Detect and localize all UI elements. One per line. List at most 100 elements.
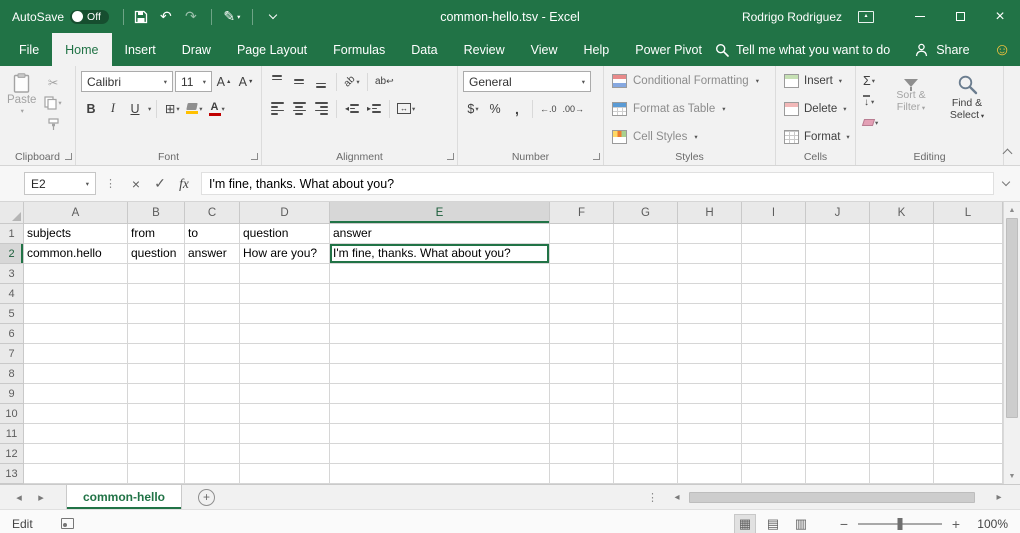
enter-button[interactable]: ✓	[149, 172, 171, 195]
cell-E5[interactable]	[330, 304, 550, 324]
cell-C2[interactable]: answer	[185, 244, 240, 264]
cell-F5[interactable]	[550, 304, 614, 324]
feedback-smiley-icon[interactable]: ☺	[994, 41, 1011, 58]
macro-record-icon[interactable]	[61, 518, 74, 529]
cell-L13[interactable]	[934, 464, 1003, 484]
sort-filter-button[interactable]: Sort & Filter	[885, 71, 937, 148]
cell-A7[interactable]	[24, 344, 128, 364]
cell-L9[interactable]	[934, 384, 1003, 404]
horizontal-scrollbar[interactable]	[688, 491, 988, 504]
cell-L10[interactable]	[934, 404, 1003, 424]
cell-K1[interactable]	[870, 224, 934, 244]
cell-L3[interactable]	[934, 264, 1003, 284]
cell-B5[interactable]	[128, 304, 185, 324]
cell-G13[interactable]	[614, 464, 678, 484]
cell-styles-button[interactable]: Cell Styles▾	[609, 126, 771, 148]
cell-E2[interactable]: I'm fine, thanks. What about you?	[330, 244, 550, 264]
font-color-button[interactable]: A▾	[207, 98, 227, 119]
customize-qat-button[interactable]	[262, 5, 284, 29]
cell-D4[interactable]	[240, 284, 330, 304]
cell-A6[interactable]	[24, 324, 128, 344]
cell-L7[interactable]	[934, 344, 1003, 364]
cell-B12[interactable]	[128, 444, 185, 464]
cell-D11[interactable]	[240, 424, 330, 444]
minimize-button[interactable]	[900, 0, 940, 33]
cell-L1[interactable]	[934, 224, 1003, 244]
format-cells-button[interactable]: Format▾	[781, 126, 851, 148]
cell-H10[interactable]	[678, 404, 742, 424]
column-header-J[interactable]: J	[806, 202, 870, 224]
cell-F11[interactable]	[550, 424, 614, 444]
cell-H7[interactable]	[678, 344, 742, 364]
cell-E6[interactable]	[330, 324, 550, 344]
column-header-F[interactable]: F	[550, 202, 614, 224]
new-sheet-button[interactable]: +	[198, 489, 215, 506]
cell-K13[interactable]	[870, 464, 934, 484]
orientation-button[interactable]: ab▾	[342, 71, 362, 92]
format-painter-button[interactable]	[42, 115, 63, 133]
sheet-tab-common-hello[interactable]: common-hello	[66, 485, 182, 509]
cell-E3[interactable]	[330, 264, 550, 284]
cell-B1[interactable]: from	[128, 224, 185, 244]
cell-E13[interactable]	[330, 464, 550, 484]
cell-J11[interactable]	[806, 424, 870, 444]
conditional-formatting-button[interactable]: Conditional Formatting▾	[609, 70, 771, 92]
cell-C13[interactable]	[185, 464, 240, 484]
cell-E12[interactable]	[330, 444, 550, 464]
row-header-5[interactable]: 5	[0, 304, 24, 324]
comma-style-button[interactable]: ,	[507, 98, 527, 119]
cell-I1[interactable]	[742, 224, 806, 244]
align-right-button[interactable]	[311, 98, 331, 119]
ribbon-tab-help[interactable]: Help	[571, 33, 623, 66]
cell-A4[interactable]	[24, 284, 128, 304]
row-header-10[interactable]: 10	[0, 404, 24, 424]
cell-C4[interactable]	[185, 284, 240, 304]
cell-A8[interactable]	[24, 364, 128, 384]
close-button[interactable]: ×	[980, 0, 1020, 33]
cell-D8[interactable]	[240, 364, 330, 384]
cell-G4[interactable]	[614, 284, 678, 304]
align-top-button[interactable]	[267, 71, 287, 92]
cell-B11[interactable]	[128, 424, 185, 444]
cell-J1[interactable]	[806, 224, 870, 244]
clear-button[interactable]: ▾	[861, 113, 881, 132]
cell-I7[interactable]	[742, 344, 806, 364]
clipboard-dialog-launcher[interactable]	[65, 153, 72, 160]
find-select-button[interactable]: Find & Select	[941, 71, 993, 148]
cell-L8[interactable]	[934, 364, 1003, 384]
cell-B4[interactable]	[128, 284, 185, 304]
ribbon-tab-power-pivot[interactable]: Power Pivot	[622, 33, 715, 66]
cell-C1[interactable]: to	[185, 224, 240, 244]
fill-button[interactable]: ↓▾	[861, 92, 881, 111]
cell-F10[interactable]	[550, 404, 614, 424]
cell-J7[interactable]	[806, 344, 870, 364]
cell-G8[interactable]	[614, 364, 678, 384]
zoom-slider-thumb[interactable]	[898, 518, 903, 530]
cell-F4[interactable]	[550, 284, 614, 304]
merge-center-button[interactable]: ↔▾	[395, 98, 417, 119]
accounting-format-button[interactable]: $▾	[463, 98, 483, 119]
column-header-C[interactable]: C	[185, 202, 240, 224]
column-header-D[interactable]: D	[240, 202, 330, 224]
maximize-button[interactable]	[940, 0, 980, 33]
cell-A5[interactable]	[24, 304, 128, 324]
cell-J5[interactable]	[806, 304, 870, 324]
name-box[interactable]: E2 ▾	[24, 172, 96, 195]
column-header-A[interactable]: A	[24, 202, 128, 224]
number-dialog-launcher[interactable]	[593, 153, 600, 160]
undo-button[interactable]: ↶	[155, 5, 177, 29]
row-header-3[interactable]: 3	[0, 264, 24, 284]
cell-F3[interactable]	[550, 264, 614, 284]
cell-C5[interactable]	[185, 304, 240, 324]
user-name[interactable]: Rodrigo Rodriguez	[742, 10, 842, 24]
cell-J3[interactable]	[806, 264, 870, 284]
cell-B2[interactable]: question	[128, 244, 185, 264]
alignment-dialog-launcher[interactable]	[447, 153, 454, 160]
column-header-E[interactable]: E	[330, 202, 550, 224]
cell-G9[interactable]	[614, 384, 678, 404]
cell-J13[interactable]	[806, 464, 870, 484]
increase-decimal-button[interactable]: ←.0	[538, 98, 559, 119]
bold-button[interactable]: B	[81, 98, 101, 119]
cell-K6[interactable]	[870, 324, 934, 344]
cell-E8[interactable]	[330, 364, 550, 384]
